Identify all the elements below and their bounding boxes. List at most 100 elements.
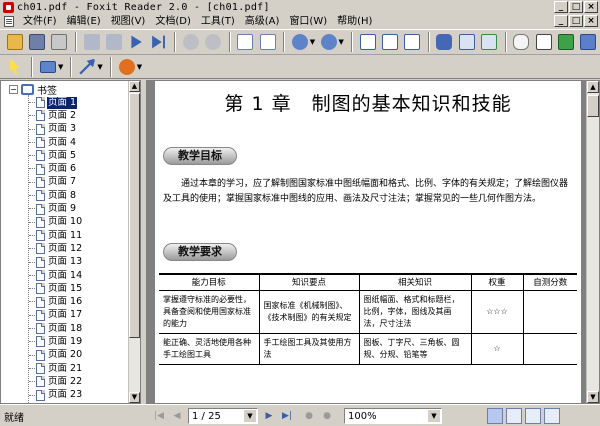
prev-page-icon[interactable]: ◀ — [168, 407, 186, 425]
bookmark-item[interactable]: 页面 20 — [29, 349, 83, 362]
bookmark-item[interactable]: 页面 3 — [29, 123, 83, 136]
rotate-left-button[interactable] — [235, 31, 256, 53]
typewriter-dropdown-icon[interactable]: ▼ — [58, 63, 63, 71]
bookmark-item[interactable]: 页面 15 — [29, 282, 83, 295]
document-scrollbar[interactable]: ▲ ▼ — [586, 81, 599, 403]
bookmark-item[interactable]: 页面 8 — [29, 189, 83, 202]
last-page-button[interactable] — [148, 31, 169, 53]
doc-minimize-button[interactable]: _ — [554, 15, 568, 27]
menu-view[interactable]: 视图(V) — [106, 15, 151, 29]
sidebar-scrollbar[interactable]: ▲ ▼ — [128, 81, 140, 403]
doc-restore-button[interactable]: □ — [569, 15, 583, 27]
bookmark-item[interactable]: 页面 14 — [29, 269, 83, 282]
first-page-button[interactable] — [81, 31, 102, 53]
scroll-up-arrow-icon[interactable]: ▲ — [129, 81, 140, 92]
bookmark-item[interactable]: 页面 13 — [29, 256, 83, 269]
zoom-in-dropdown-icon[interactable]: ▼ — [338, 38, 343, 46]
bookmark-item[interactable]: 页面 16 — [29, 295, 83, 308]
back-button[interactable] — [180, 31, 201, 53]
bookmarks-panel-button[interactable] — [456, 31, 477, 53]
fit-page-button[interactable] — [379, 31, 400, 53]
binoculars-icon — [436, 34, 453, 50]
menu-tools[interactable]: 工具(T) — [196, 15, 240, 29]
open-button[interactable] — [4, 31, 25, 53]
bookmark-item[interactable]: 页面 7 — [29, 176, 83, 189]
print-button[interactable] — [49, 31, 70, 53]
bookmark-item[interactable]: 页面 12 — [29, 242, 83, 255]
last-page-icon[interactable]: ▶| — [278, 407, 296, 425]
pages-panel-button[interactable] — [478, 31, 499, 53]
doc-scroll-up-icon[interactable]: ▲ — [587, 81, 599, 93]
zoom-select[interactable]: 100% ▼ — [344, 408, 442, 424]
settings-button[interactable] — [578, 31, 599, 53]
save-button[interactable] — [26, 31, 47, 53]
scroll-thumb[interactable] — [129, 93, 140, 338]
bookmark-item[interactable]: 页面 5 — [29, 149, 83, 162]
bookmark-item[interactable]: 页面 4 — [29, 136, 83, 149]
menu-edit[interactable]: 编辑(E) — [62, 15, 106, 29]
menu-document[interactable]: 文档(D) — [150, 15, 196, 29]
continuous-icon[interactable] — [506, 408, 522, 424]
bookmark-item[interactable]: 页面 23 — [29, 389, 83, 402]
typewriter-button[interactable] — [37, 56, 59, 78]
close-button[interactable]: × — [584, 1, 598, 13]
continuous-facing-icon[interactable] — [544, 408, 560, 424]
bookmark-item[interactable]: 页面 11 — [29, 229, 83, 242]
bookmark-item[interactable]: 页面 10 — [29, 216, 83, 229]
zoom-dropdown-icon[interactable]: ▼ — [428, 410, 440, 422]
bookmark-item[interactable]: 页面 22 — [29, 375, 83, 388]
zoom-in-button[interactable] — [318, 31, 339, 53]
first-page-icon[interactable]: |◀ — [150, 407, 168, 425]
bookmark-root[interactable]: − 书签 — [9, 83, 57, 97]
collapse-icon[interactable]: − — [9, 85, 18, 94]
help-button[interactable] — [116, 56, 138, 78]
page-icon — [36, 349, 45, 361]
zoom-out-dropdown-icon[interactable]: ▼ — [310, 38, 315, 46]
doc-scroll-down-icon[interactable]: ▼ — [587, 391, 599, 403]
back-icon[interactable]: ● — [300, 407, 318, 425]
bookmark-item[interactable]: 页面 21 — [29, 362, 83, 375]
menu-window[interactable]: 窗口(W) — [284, 15, 332, 29]
bookmark-item[interactable]: 页面 2 — [29, 109, 83, 122]
bookmark-item[interactable]: 页面 1 — [29, 95, 83, 110]
forward-button[interactable] — [203, 31, 224, 53]
bookmark-item[interactable]: 页面 17 — [29, 309, 83, 322]
help-dropdown-icon[interactable]: ▼ — [137, 63, 142, 71]
doc-close-button[interactable]: × — [584, 15, 598, 27]
scroll-down-arrow-icon[interactable]: ▼ — [129, 392, 140, 403]
document-icon[interactable] — [4, 16, 14, 27]
zoom-out-button[interactable] — [289, 31, 310, 53]
text-select-button[interactable] — [533, 31, 554, 53]
next-page-button[interactable] — [126, 31, 147, 53]
page-dropdown-icon[interactable]: ▼ — [244, 410, 256, 422]
bookmark-item[interactable]: 页面 19 — [29, 335, 83, 348]
minimize-button[interactable]: _ — [554, 1, 568, 13]
doc-scroll-thumb[interactable] — [587, 95, 599, 117]
actual-size-button[interactable] — [357, 31, 378, 53]
hand-tool-button[interactable] — [511, 31, 532, 53]
forward-icon[interactable]: ● — [318, 407, 336, 425]
arrow-annotation-button[interactable] — [76, 56, 98, 78]
rotate-right-button[interactable] — [257, 31, 278, 53]
bookmark-item[interactable]: 页面 6 — [29, 162, 83, 175]
bookmark-item[interactable]: 页面 9 — [29, 202, 83, 215]
document-view[interactable]: 第 1 章 制图的基本知识和技能 教学目标 通过本章的学习，应了解制图国家标准中… — [146, 80, 600, 404]
select-tool-button[interactable] — [4, 56, 26, 78]
fit-width-button[interactable] — [401, 31, 422, 53]
next-page-icon[interactable]: ▶ — [260, 407, 278, 425]
foxit-app-icon[interactable] — [3, 1, 14, 13]
menu-file[interactable]: 文件(F) — [18, 15, 62, 29]
menu-advanced[interactable]: 高级(A) — [240, 15, 285, 29]
single-page-icon[interactable] — [487, 408, 503, 424]
bookmark-item[interactable]: 页面 18 — [29, 322, 83, 335]
page-number-field[interactable]: 1 / 25 ▼ — [188, 408, 258, 424]
prev-page-button[interactable] — [103, 31, 124, 53]
maximize-button[interactable]: □ — [569, 1, 583, 13]
arrow-dropdown-icon[interactable]: ▼ — [97, 63, 102, 71]
page-icon — [36, 283, 45, 295]
secondary-toolbar: ▼ ▼ ▼ — [0, 55, 600, 79]
snapshot-button[interactable] — [555, 31, 576, 53]
facing-icon[interactable] — [525, 408, 541, 424]
menu-help[interactable]: 帮助(H) — [332, 15, 377, 29]
find-button[interactable] — [434, 31, 455, 53]
